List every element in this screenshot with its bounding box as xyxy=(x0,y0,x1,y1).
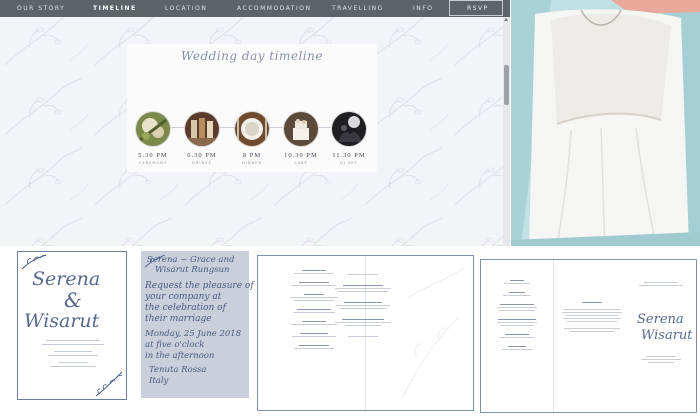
rsvp-button[interactable]: RSVP xyxy=(449,0,503,16)
booklet-signature-name-2: Wisarut xyxy=(641,328,693,343)
event-time: 8 PM xyxy=(242,152,262,159)
dj-photo-icon xyxy=(331,111,367,147)
booklet-right-page-top-lines xyxy=(631,280,691,288)
nav-accommodation[interactable]: ACCOMMODATION xyxy=(237,5,311,12)
event-time: 11.30 PM xyxy=(332,152,366,159)
event-label: DJ SET xyxy=(340,161,358,165)
wedding-website: OUR STORY TIMELINE LOCATION ACCOMMODATIO… xyxy=(0,0,510,246)
booklet-middle-page-text xyxy=(557,300,627,334)
booklet-fold xyxy=(553,260,554,412)
scroll-up-arrow-icon[interactable] xyxy=(504,18,508,21)
handwritten-line: Tenuta Rossa xyxy=(149,365,207,375)
invite-name-2: Wisarut xyxy=(24,310,100,332)
invitation-card-handwritten: Serena ~ Grace and Wisarut Rungsun Reque… xyxy=(141,251,254,398)
timeline-event-ceremony: 5.30 PM CEREMONY xyxy=(133,111,173,165)
timeline-event-dj-set: 11.30 PM DJ SET xyxy=(329,111,369,165)
invite-text-lines xyxy=(40,338,106,370)
event-time: 5.30 PM xyxy=(138,152,168,159)
handwritten-line: their marriage xyxy=(145,314,212,324)
event-label: CAKE xyxy=(294,161,308,165)
nav-our-story[interactable]: OUR STORY xyxy=(17,5,65,12)
booklet-middle-page-text xyxy=(328,272,398,339)
nav-timeline[interactable]: TIMELINE xyxy=(93,5,137,12)
rsvp-label: RSVP xyxy=(467,5,489,12)
timeline-event-drinks: 6.30 PM DRINKS xyxy=(182,111,222,165)
booklet-right-page-bottom-lines xyxy=(631,354,691,365)
booklet-left-page-text xyxy=(485,278,549,352)
event-label: CEREMONY xyxy=(138,161,168,165)
scrollbar-thumb[interactable] xyxy=(504,65,509,105)
screenshot: OUR STORY TIMELINE LOCATION ACCOMMODATIO… xyxy=(0,0,700,416)
nav-location[interactable]: LOCATION xyxy=(165,5,207,12)
wedding-dress-photo xyxy=(511,0,700,246)
event-label: DRINKS xyxy=(192,161,212,165)
handwritten-line: Request the pleasure of xyxy=(145,281,254,291)
top-navigation: OUR STORY TIMELINE LOCATION ACCOMMODATIO… xyxy=(0,0,510,17)
dinner-photo-icon xyxy=(234,111,270,147)
order-of-service-booklet: Serena Wisarut xyxy=(480,259,697,413)
nav-travelling[interactable]: TRAVELLING xyxy=(332,5,384,12)
invitation-card-printed: Serena & Wisarut xyxy=(17,251,127,400)
nav-info[interactable]: INFO xyxy=(413,5,433,12)
handwritten-line: Serena ~ Grace and xyxy=(147,255,235,265)
order-of-day-booklet xyxy=(257,255,474,411)
handwritten-line: your company at xyxy=(145,292,222,302)
ceremony-photo-icon xyxy=(135,111,171,147)
cake-photo-icon xyxy=(283,111,319,147)
floral-sprig-icon xyxy=(95,371,123,397)
handwritten-line: the celebration of xyxy=(145,303,226,313)
handwritten-line: in the afternoon xyxy=(145,351,215,361)
page-scrollbar[interactable] xyxy=(503,17,510,246)
timeline-card: Wedding day timeline 5.30 PM CEREMONY 6.… xyxy=(127,44,377,172)
timeline-event-dinner: 8 PM DINNER xyxy=(232,111,272,165)
handwritten-line: Wisarut Rungsun xyxy=(155,265,230,275)
booklet-signature-name-1: Serena xyxy=(637,312,684,327)
timeline-event-cake: 10.30 PM CAKE xyxy=(281,111,321,165)
event-time: 10.30 PM xyxy=(284,152,318,159)
invite-ampersand: & xyxy=(64,288,82,312)
event-time: 6.30 PM xyxy=(187,152,217,159)
handwritten-line: Monday, 25 June 2018 xyxy=(145,329,242,339)
handwritten-line: Italy xyxy=(149,376,169,386)
drinks-photo-icon xyxy=(184,111,220,147)
handwritten-line: at five o'clock xyxy=(145,340,205,350)
event-label: DINNER xyxy=(242,161,262,165)
timeline-title: Wedding day timeline xyxy=(181,49,323,63)
invite-name-1: Serena xyxy=(32,268,101,290)
faint-floral-pattern xyxy=(401,267,465,399)
